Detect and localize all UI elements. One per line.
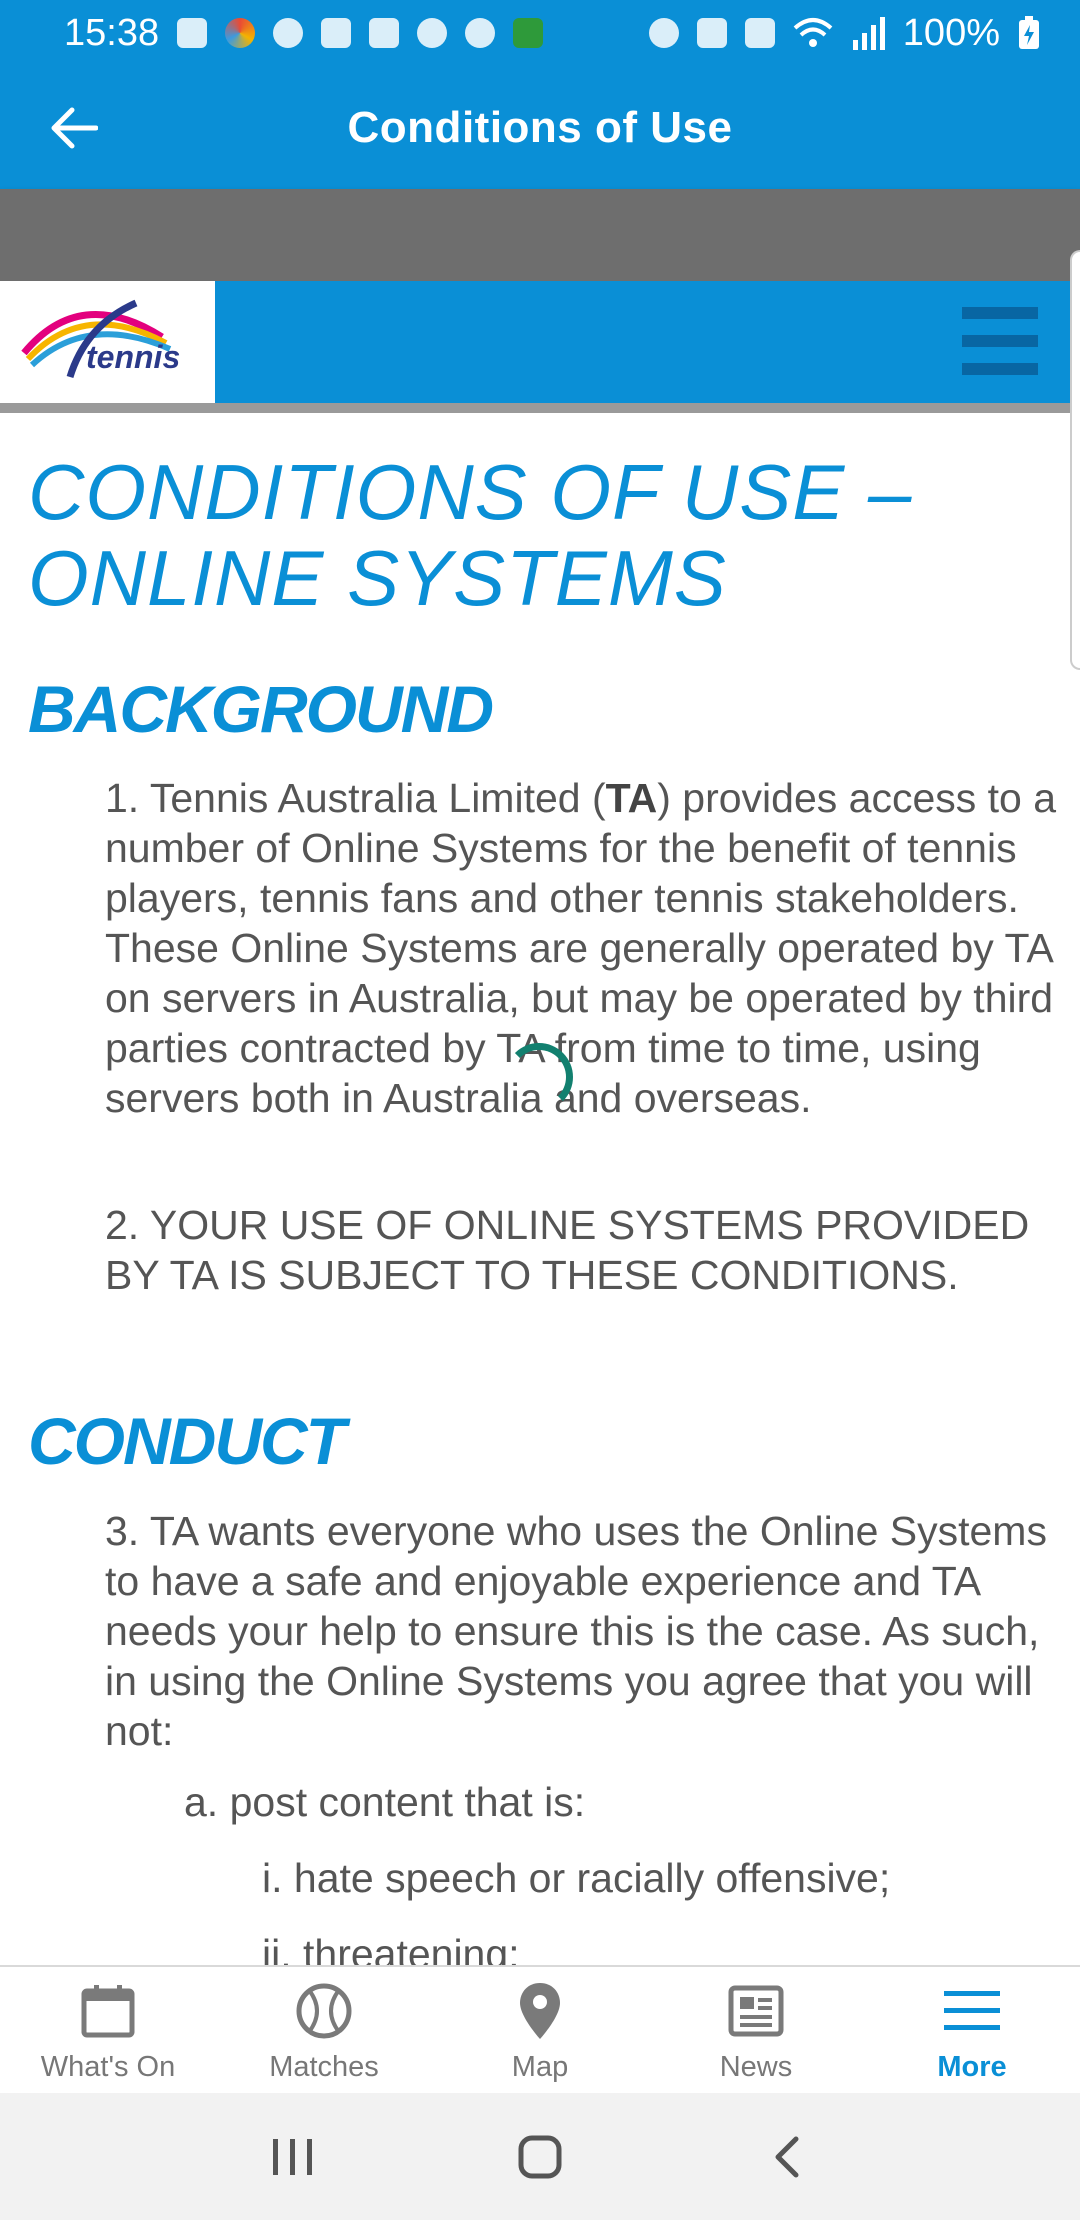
- conditions-heading: CONDITIONS OF USE – ONLINE SYSTEMS: [28, 448, 913, 622]
- menu-bar: [962, 307, 1038, 319]
- calendar-icon: [78, 1981, 138, 2041]
- menu-icon: [942, 1981, 1002, 2041]
- signal-icon: [852, 17, 885, 50]
- arrow-left-icon: [51, 107, 98, 149]
- bottom-nav: What's On Matches Map News More: [0, 1965, 1080, 2093]
- paragraph-2: 2. YOUR USE OF ONLINE SYSTEMS PROVIDED B…: [105, 1202, 1030, 1298]
- paragraph-1-text-end: ) provides access to a number of Online …: [105, 775, 1057, 1121]
- nav-label-map: Map: [511, 2051, 569, 2083]
- australia-icon: [513, 18, 544, 48]
- header-divider: [0, 403, 1080, 413]
- paragraph-1: 1. Tennis Australia Limited (TA) provide…: [105, 773, 1060, 1123]
- teams-icon: [417, 18, 448, 48]
- paragraph-3: 3. TA wants everyone who uses the Online…: [105, 1508, 1047, 1754]
- alarm-icon: [648, 18, 679, 48]
- edge-panel-handle[interactable]: [1070, 250, 1080, 670]
- page-title: Conditions of Use: [347, 102, 733, 152]
- site-header: tennis: [0, 281, 1080, 403]
- status-time: 15:38: [64, 11, 160, 54]
- paragraph-1-bold-ta: TA: [605, 775, 658, 821]
- nav-whats-on[interactable]: What's On: [0, 1967, 216, 2093]
- menu-bar: [962, 335, 1038, 347]
- status-bar: 15:38 100%: [0, 0, 1080, 66]
- system-nav-bar: [0, 2093, 1080, 2220]
- back-button[interactable]: [42, 96, 106, 160]
- list-item-a: a. post content that is:: [184, 1779, 586, 1825]
- nav-label-matches: Matches: [269, 2051, 379, 2083]
- status-left: 15:38: [64, 11, 544, 55]
- tasks-icon: [321, 18, 352, 48]
- mute-icon: [696, 18, 727, 48]
- nav-label-more: More: [937, 2051, 1007, 2083]
- chrome-icon: [225, 18, 256, 48]
- gmail-icon: [369, 18, 400, 48]
- section-heading-background: BACKGROUND: [28, 672, 494, 746]
- section-heading-conduct: CONDUCT: [28, 1404, 346, 1478]
- web-toolbar-band: [0, 189, 1080, 281]
- system-back-button[interactable]: [752, 2122, 822, 2192]
- home-icon: [518, 2135, 562, 2178]
- nav-label-whats-on: What's On: [40, 2051, 176, 2083]
- tennis-ball-icon: [294, 1981, 354, 2041]
- site-menu-button[interactable]: [962, 307, 1038, 375]
- list-item-ii: ii. threatening;: [262, 1931, 520, 1965]
- status-right: 100%: [648, 11, 1040, 55]
- nav-label-news: News: [719, 2051, 793, 2083]
- menu-bar: [962, 363, 1038, 375]
- wifi-icon: [793, 18, 833, 47]
- chevron-left-icon: [775, 2136, 799, 2177]
- nav-map[interactable]: Map: [432, 1967, 648, 2093]
- battery-charging-icon: [1019, 16, 1039, 49]
- nav-matches[interactable]: Matches: [216, 1967, 432, 2093]
- loading-spinner: [505, 1043, 573, 1111]
- volte-icon: [744, 18, 775, 48]
- recent-apps-icon: [273, 2138, 313, 2175]
- nav-news[interactable]: News: [648, 1967, 864, 2093]
- home-button[interactable]: [505, 2122, 575, 2192]
- content-area[interactable]: CONDITIONS OF USE – ONLINE SYSTEMS BACKG…: [0, 413, 1080, 1965]
- map-pin-icon: [510, 1981, 570, 2041]
- recent-apps-button[interactable]: [258, 2122, 328, 2192]
- newspaper-icon: [726, 1981, 786, 2041]
- list-item-i: i. hate speech or racially offensive;: [262, 1855, 891, 1901]
- paragraph-1-text-start: 1. Tennis Australia Limited (: [105, 775, 606, 821]
- app-bar: Conditions of Use: [0, 66, 1080, 189]
- tennis-logo[interactable]: tennis: [0, 281, 215, 403]
- outlook-icon: [177, 18, 208, 48]
- spotify-icon: [273, 18, 304, 48]
- logo-text: tennis: [86, 339, 181, 375]
- pinwheel-icon: [465, 18, 496, 48]
- battery-percent: 100%: [902, 11, 1000, 54]
- nav-more[interactable]: More: [864, 1967, 1080, 2093]
